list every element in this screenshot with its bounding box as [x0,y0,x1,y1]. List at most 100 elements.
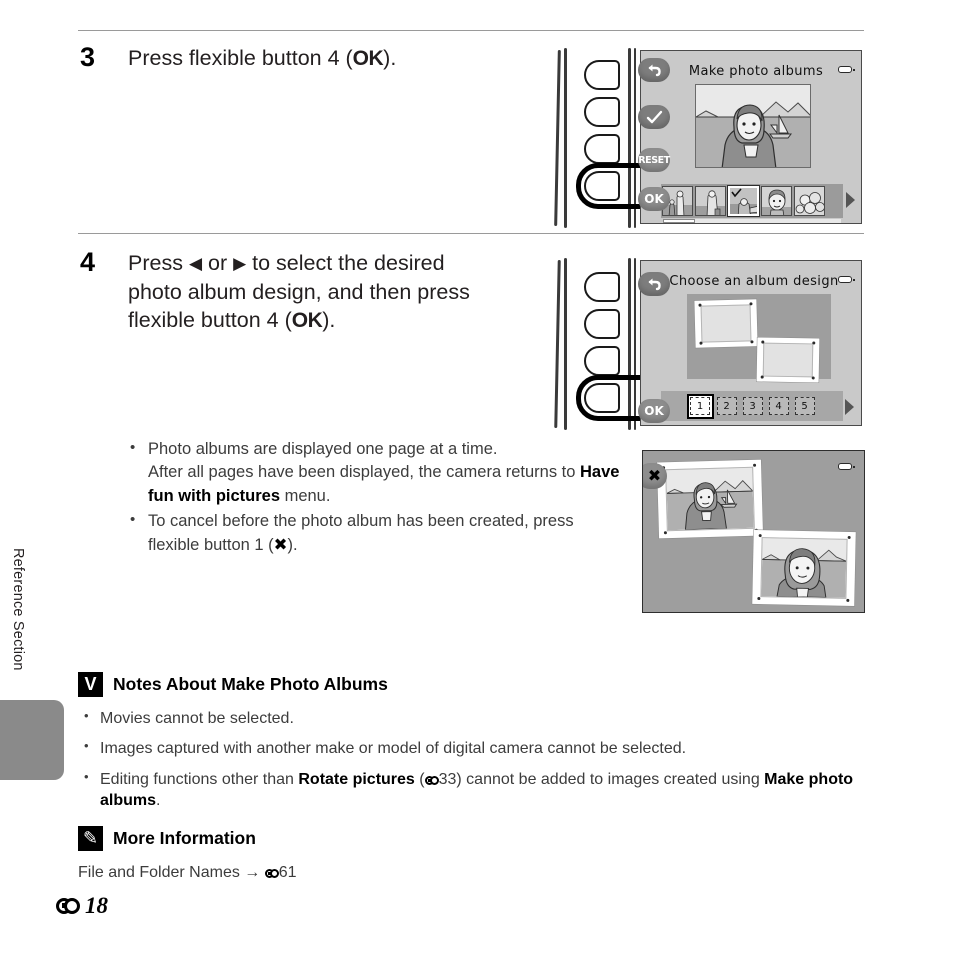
design-number-row: 1 2 3 4 5 [661,391,843,421]
back-key[interactable] [638,272,670,296]
side-tab-marker [0,700,64,780]
flexible-button-2[interactable] [584,309,620,339]
reset-key-label: RESET [638,154,670,166]
illustration-album-page-preview: ✖ [642,450,865,613]
step-3-text: Press flexible button 4 (OK). [128,44,528,73]
battery-icon [838,66,855,73]
illustration-make-photo-albums: Make photo albums RESET OK [552,48,864,228]
reset-key[interactable]: RESET [638,148,670,172]
back-arrow-icon [648,278,661,291]
design-option-4[interactable]: 4 [768,397,789,415]
screen-title: Choose an album design [669,274,839,289]
note-3-bold-rotate: Rotate pictures [298,770,415,788]
ok-key-label: OK [644,404,664,418]
cancel-x-icon: ✖ [273,535,288,554]
flexible-button-1[interactable] [584,60,620,90]
bullet-2-part1: To cancel before the photo album has bee… [148,512,574,531]
more-info-line: File and Folder Names → 61 [78,862,868,883]
note-3-mid: ( [414,770,425,788]
photo-scene-woman-sailboat [666,467,754,531]
reference-symbol-icon [56,898,80,914]
more-info-title: More Information [113,828,256,848]
image-preview [695,84,811,168]
photo-scene-woman-sailboat [696,85,810,167]
side-tab-label: Reference Section [10,548,26,671]
scroll-right-arrow-icon[interactable] [846,192,855,208]
pencil-icon: ✎ [78,826,103,851]
left-arrow-icon: ◀ [188,254,203,273]
step-4-notes: Photo albums are displayed one page at a… [126,437,626,559]
design-option-3[interactable]: 3 [742,397,763,415]
design-option-label: 1 [690,397,710,415]
note-2-text: Images captured with another make or mod… [100,740,687,758]
scrollbar-thumb[interactable] [663,219,695,223]
note-3-ref: 33 [438,770,457,788]
album-photo-2 [752,529,856,607]
ok-key[interactable]: OK [638,187,670,211]
manual-page: Reference Section 3 Press flexible butto… [0,0,954,954]
ok-key[interactable]: OK [638,399,670,423]
list-item: Movies cannot be selected. [78,707,868,729]
battery-icon [838,463,855,470]
cancel-x-icon: ✖ [647,468,662,485]
warning-v-icon: V [78,672,103,697]
photo-scene-woman-portrait [760,538,847,598]
thumbnail-3-selected[interactable] [727,185,760,217]
step-3-text-before: Press flexible button 4 ( [128,46,353,70]
list-item: Editing functions other than Rotate pict… [78,768,868,812]
flexible-button-3[interactable] [584,134,620,164]
notes-about-make-photo-albums: V Notes About Make Photo Albums Movies c… [78,672,868,821]
photo-frame-2 [756,337,820,383]
step-4-line3-b: ). [322,308,336,333]
reference-symbol-icon [264,869,279,878]
note-1-text: Movies cannot be selected. [100,710,294,727]
step-4-text: Press ◀ or ▶ to select the desired photo… [128,249,528,335]
divider-step3-step4 [78,233,864,234]
notes-heading: V Notes About Make Photo Albums [78,672,868,697]
bullet-1-part2: After all pages have been displayed, the… [148,463,581,482]
step-3-number: 3 [80,42,96,72]
note-3-end: . [156,792,161,810]
thumbnail-4[interactable] [761,186,792,216]
flexible-button-1[interactable] [584,272,620,302]
check-icon [646,110,662,123]
more-info-heading: ✎ More Information [78,826,868,851]
reference-symbol-icon [424,775,439,785]
thumbnail-strip [661,184,843,218]
check-key[interactable] [638,105,670,129]
design-next-arrow-icon[interactable] [845,399,854,415]
ok-key-label: OK [644,192,664,206]
step-4-line1-c: to select the desired [246,251,445,275]
step-4-line3-a: flexible button 4 ( [128,308,292,333]
album-design-preview [687,294,831,383]
list-item: Images captured with another make or mod… [78,737,868,759]
list-item: Photo albums are displayed one page at a… [126,437,626,508]
bullet-1-part3: menu. [280,486,331,505]
ok-button-glyph: OK [352,47,384,70]
list-item: To cancel before the photo album has bee… [126,509,626,557]
bullet-2-part2: flexible button 1 ( [148,535,274,554]
more-info-ref: 61 [278,864,297,881]
thumbnail-5[interactable] [794,186,825,216]
notes-title: Notes About Make Photo Albums [113,674,388,694]
design-option-2[interactable]: 2 [716,397,737,415]
arrow-right-icon: → [244,864,261,881]
photo-frame-1 [694,299,758,348]
battery-icon [838,276,855,283]
note-3-prefix: Editing functions other than [100,770,299,788]
camera-lcd-screen: Make photo albums [640,50,862,224]
note-3-suffix: ) cannot be added to images created usin… [456,770,765,788]
thumbnail-2[interactable] [695,186,726,216]
back-key[interactable] [638,58,670,82]
design-option-1-selected[interactable]: 1 [686,393,714,419]
step-4-line2: photo album design, and then press [128,279,470,304]
flexible-button-2[interactable] [584,97,620,127]
step-4-line1-b: or [202,251,234,275]
flexible-button-3[interactable] [584,346,620,376]
page-footer: 18 [56,893,108,919]
step-4-number: 4 [80,247,96,277]
album-photo-1 [656,459,764,539]
cancel-key[interactable]: ✖ [643,463,667,489]
illustration-choose-album-design: Choose an album design 1 2 3 4 5 OK [552,258,864,430]
design-option-5[interactable]: 5 [794,397,815,415]
